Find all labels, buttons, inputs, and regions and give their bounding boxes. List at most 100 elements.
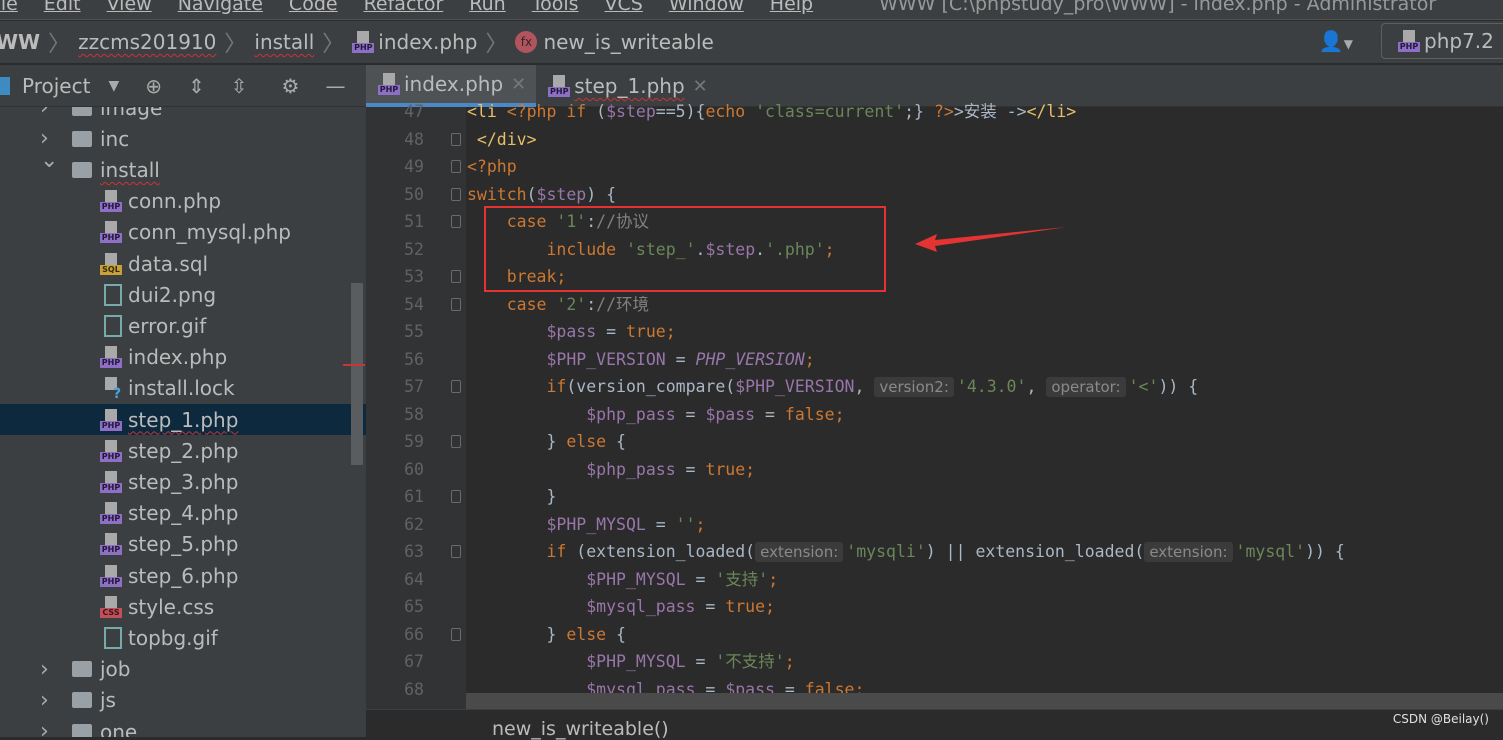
code-line[interactable]: 49 <?php (366, 153, 1503, 181)
code-line[interactable]: 64 $PHP_MYSQL = '支持'; (366, 566, 1503, 594)
project-view-selector[interactable]: Project (22, 74, 90, 98)
folder-icon (72, 130, 92, 147)
tree-file[interactable]: dui2.png (0, 279, 366, 310)
tree-file[interactable]: install.lock (0, 373, 366, 404)
code-line[interactable]: 60 $php_pass = true; (366, 456, 1503, 484)
gear-icon[interactable]: ⚙ (282, 74, 300, 98)
chevron-right-icon[interactable]: › (40, 657, 49, 682)
interpreter-button[interactable]: php7.2 (1381, 23, 1503, 59)
menu-item-run[interactable]: Run (469, 0, 505, 15)
code-token: } (467, 487, 557, 506)
menu-item-code[interactable]: Code (289, 0, 338, 15)
caret-down-icon[interactable]: ▼ (108, 78, 119, 94)
collapse-all-icon[interactable]: ⇳ (231, 74, 248, 98)
hide-icon[interactable]: — (325, 74, 345, 98)
tree-file[interactable]: step_4.php (0, 498, 366, 529)
expand-all-icon[interactable]: ⇕ (188, 74, 205, 98)
breadcrumb-function[interactable]: fx new_is_writeable (509, 30, 719, 54)
fold-marker-icon[interactable] (451, 435, 461, 448)
tree-file[interactable]: conn.php (0, 186, 366, 217)
tree-folder[interactable]: › one (0, 716, 366, 737)
tree-file[interactable]: step_2.php (0, 435, 366, 466)
tree-file[interactable]: step_5.php (0, 529, 366, 560)
fold-marker-icon[interactable] (451, 297, 461, 311)
fold-marker-icon[interactable] (451, 187, 461, 201)
menu-item-tools[interactable]: Tools (532, 0, 579, 15)
breadcrumb-project[interactable]: zzcms201910 (72, 30, 222, 54)
code-line[interactable]: 48 </div> (366, 126, 1503, 154)
code-line[interactable]: 63 if (extension_loaded(extension:'mysql… (366, 538, 1503, 566)
code-text: if(version_compare($PHP_VERSION, version… (467, 373, 1198, 402)
code-line[interactable]: 58 $php_pass = $pass = false; (366, 401, 1503, 429)
code-line[interactable]: 65 $mysql_pass = true; (366, 593, 1503, 621)
user-dropdown-button[interactable]: 👤▼ (1319, 29, 1353, 53)
menu-item-navigate[interactable]: Navigate (178, 0, 263, 15)
breadcrumb-folder[interactable]: install (248, 30, 320, 54)
code-line[interactable]: 59 } else { (366, 428, 1503, 456)
menu-item-help[interactable]: Help (770, 0, 813, 15)
code-line[interactable]: 67 $PHP_MYSQL = '不支持'; (366, 648, 1503, 676)
tree-file[interactable]: data.sql (0, 248, 366, 279)
php-icon (100, 346, 122, 369)
code-token: ==5){ (655, 102, 706, 121)
tree-file[interactable]: index.php (0, 342, 366, 373)
tree-file[interactable]: step_6.php (0, 560, 366, 591)
tree-file[interactable]: topbg.gif (0, 622, 366, 653)
breadcrumb-root[interactable]: WW (0, 30, 46, 54)
tree-file[interactable]: step_3.php (0, 466, 366, 497)
tree-file[interactable]: step_1.php (0, 404, 366, 435)
fold-marker-icon[interactable] (451, 132, 461, 146)
menu-item-edit[interactable]: Edit (44, 0, 81, 15)
code-token: 'class=current' (755, 102, 905, 121)
fold-marker-icon[interactable] (451, 270, 461, 283)
code-line[interactable]: 56 $PHP_VERSION = PHP_VERSION; (366, 346, 1503, 374)
code-token: (extension_loaded( (576, 542, 756, 561)
error-marker (343, 364, 365, 366)
close-icon[interactable]: ✕ (511, 74, 526, 95)
project-window-icon (0, 76, 10, 95)
menu-item-view[interactable]: View (107, 0, 152, 15)
menu-item-file[interactable]: File (0, 0, 18, 15)
breadcrumb-file[interactable]: index.php (346, 30, 483, 54)
menu-item-vcs[interactable]: VCS (605, 0, 643, 15)
tree-folder[interactable]: › image (0, 107, 366, 123)
code-line[interactable]: 62 $PHP_MYSQL = ''; (366, 511, 1503, 539)
code-line[interactable]: 55 $pass = true; (366, 318, 1503, 346)
tree-folder[interactable]: › js (0, 685, 366, 716)
chevron-down-icon[interactable]: ⌄ (40, 148, 58, 173)
fold-marker-icon[interactable] (451, 160, 461, 173)
code-editor[interactable]: 47 <li <?php if ($step==5){echo 'class=cu… (366, 98, 1503, 709)
locate-icon[interactable]: ⊕ (145, 74, 162, 98)
fold-marker-icon[interactable] (451, 545, 461, 558)
code-line[interactable]: 54 case '2'://环境 (366, 291, 1503, 319)
code-line[interactable]: 66 } else { (366, 621, 1503, 649)
sql-icon (100, 252, 122, 275)
code-text: } else { (467, 428, 625, 456)
close-icon[interactable]: ✕ (693, 76, 708, 97)
code-line[interactable]: 50 switch($step) { (366, 181, 1503, 209)
fold-marker-icon[interactable] (451, 627, 461, 641)
menu-item-window[interactable]: Window (669, 0, 744, 15)
horizontal-scrollbar[interactable] (466, 693, 1503, 709)
code-token: ; (784, 652, 795, 671)
tree-scrollbar[interactable] (351, 283, 363, 465)
tree-folder[interactable]: ⌄ install (0, 148, 366, 185)
code-line[interactable]: 57 if(version_compare($PHP_VERSION, vers… (366, 373, 1503, 401)
code-token: $step (606, 102, 656, 121)
chevron-right-icon[interactable]: › (40, 719, 49, 737)
chevron-right-icon[interactable]: › (40, 107, 49, 120)
chevron-right-icon[interactable]: › (40, 688, 49, 713)
code-line[interactable]: 47 <li <?php if ($step==5){echo 'class=cu… (366, 98, 1503, 126)
fold-marker-icon[interactable] (451, 380, 461, 393)
code-token: (version_compare( (566, 377, 736, 396)
tree-file[interactable]: style.css (0, 591, 366, 622)
fold-marker-icon[interactable] (451, 490, 461, 503)
menu-item-refactor[interactable]: Refactor (364, 0, 444, 15)
fold-marker-icon[interactable] (451, 215, 461, 228)
tree-folder[interactable]: › job (0, 654, 366, 685)
tree-file[interactable]: conn_mysql.php (0, 217, 366, 248)
tree-file[interactable]: error.gif (0, 310, 366, 341)
code-line[interactable]: 61 } (366, 483, 1503, 511)
tree-item-label: step_3.php (128, 469, 239, 494)
folder-icon (72, 692, 92, 709)
